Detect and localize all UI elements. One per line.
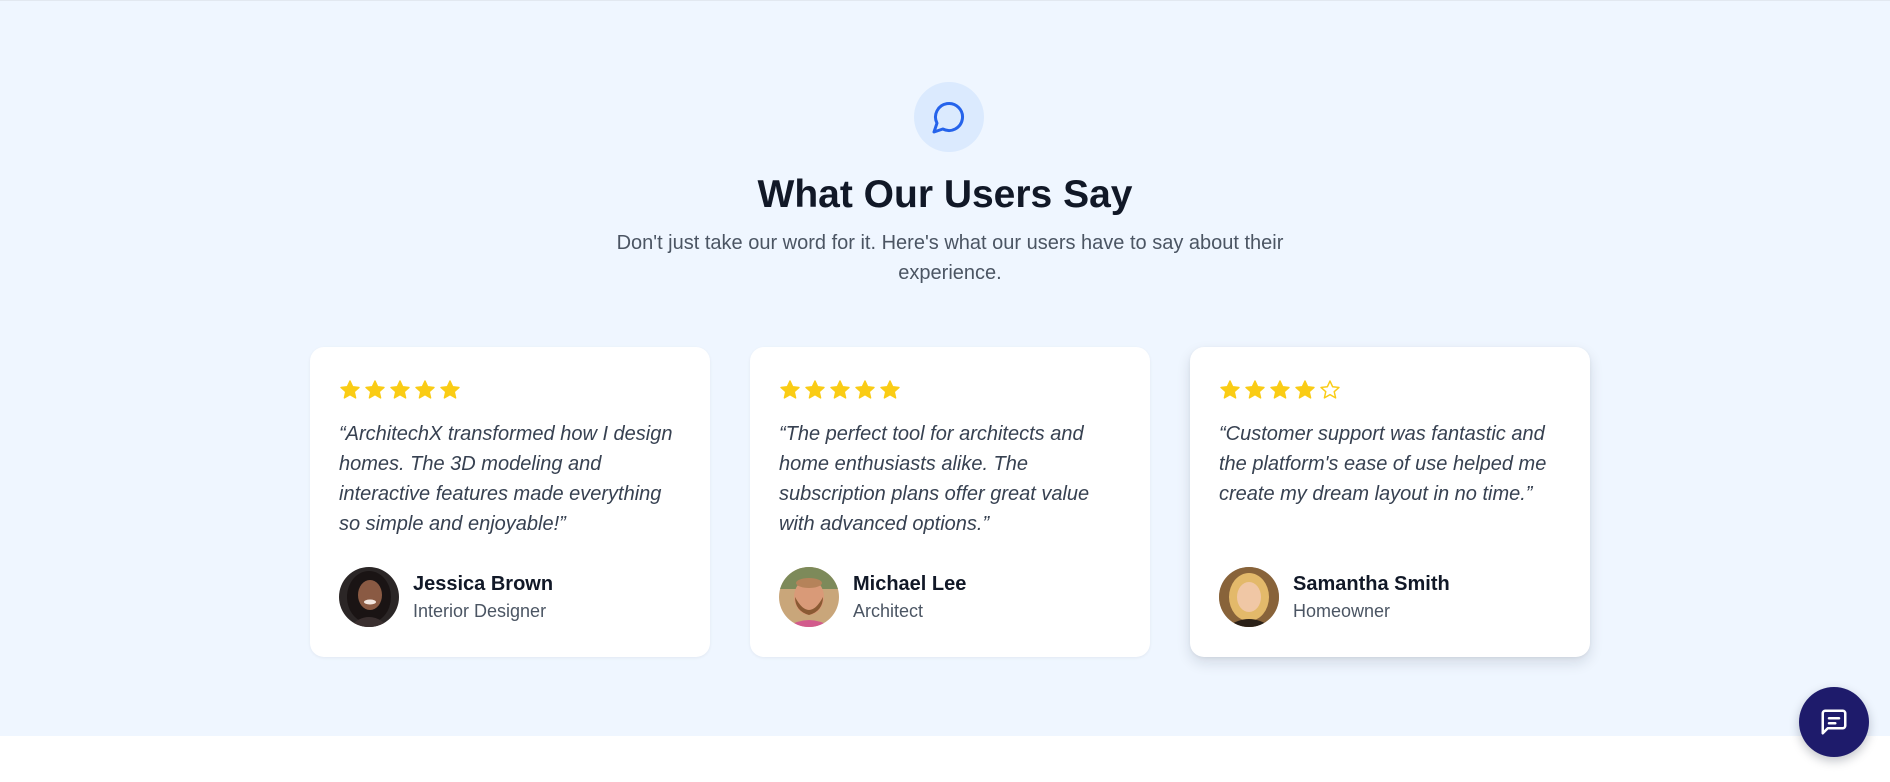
testimonial-quote: “The perfect tool for architects and hom… [779,423,1090,535]
author-role: Interior Designer [413,601,547,621]
avatar [339,567,399,627]
star-filled-icon [880,380,900,399]
author-name: Samantha Smith [1293,573,1450,595]
chat-button[interactable] [1799,687,1869,757]
star-filled-icon [830,380,850,399]
star-filled-icon [780,380,800,399]
star-filled-icon [415,380,435,399]
testimonial-card: “ArchitechX transformed how I design hom… [310,347,710,657]
author-name: Jessica Brown [413,573,554,595]
author-role: Architect [853,601,924,621]
star-filled-icon [1270,380,1290,399]
star-filled-icon [340,380,360,399]
star-filled-icon [440,380,460,399]
star-filled-icon [1295,380,1315,399]
star-filled-icon [390,380,410,399]
chat-message-icon [1821,709,1847,735]
section-subtitle: Don't just take our word for it. Here's … [616,232,1284,284]
avatar [779,567,839,627]
author-role: Homeowner [1293,601,1391,621]
testimonial-author: Jessica Brown Interior Designer [339,567,553,627]
star-filled-icon [1220,380,1240,399]
star-filled-icon [365,380,385,399]
testimonial-quote: “Customer support was fantastic and the … [1219,423,1547,505]
section-title: What Our Users Say [757,173,1133,216]
testimonial-author: Michael Lee Architect [779,567,966,627]
star-filled-icon [1245,380,1265,399]
star-filled-icon [855,380,875,399]
testimonial-card[interactable]: “Customer support was fantastic and the … [1190,347,1590,657]
testimonial-card: “The perfect tool for architects and hom… [750,347,1150,657]
testimonial-quote: “ArchitechX transformed how I design hom… [339,423,673,535]
author-name: Michael Lee [853,573,967,595]
testimonials-section: What Our Users Say Don't just take our w… [0,0,1890,736]
star-filled-icon [805,380,825,399]
chat-bubble-icon [914,82,984,152]
star-rating [1219,377,1561,403]
avatar [1219,567,1279,627]
star-rating [339,377,681,403]
star-empty-icon [1320,380,1340,399]
testimonial-author: Samantha Smith Homeowner [1219,567,1450,627]
star-rating [779,377,1121,403]
